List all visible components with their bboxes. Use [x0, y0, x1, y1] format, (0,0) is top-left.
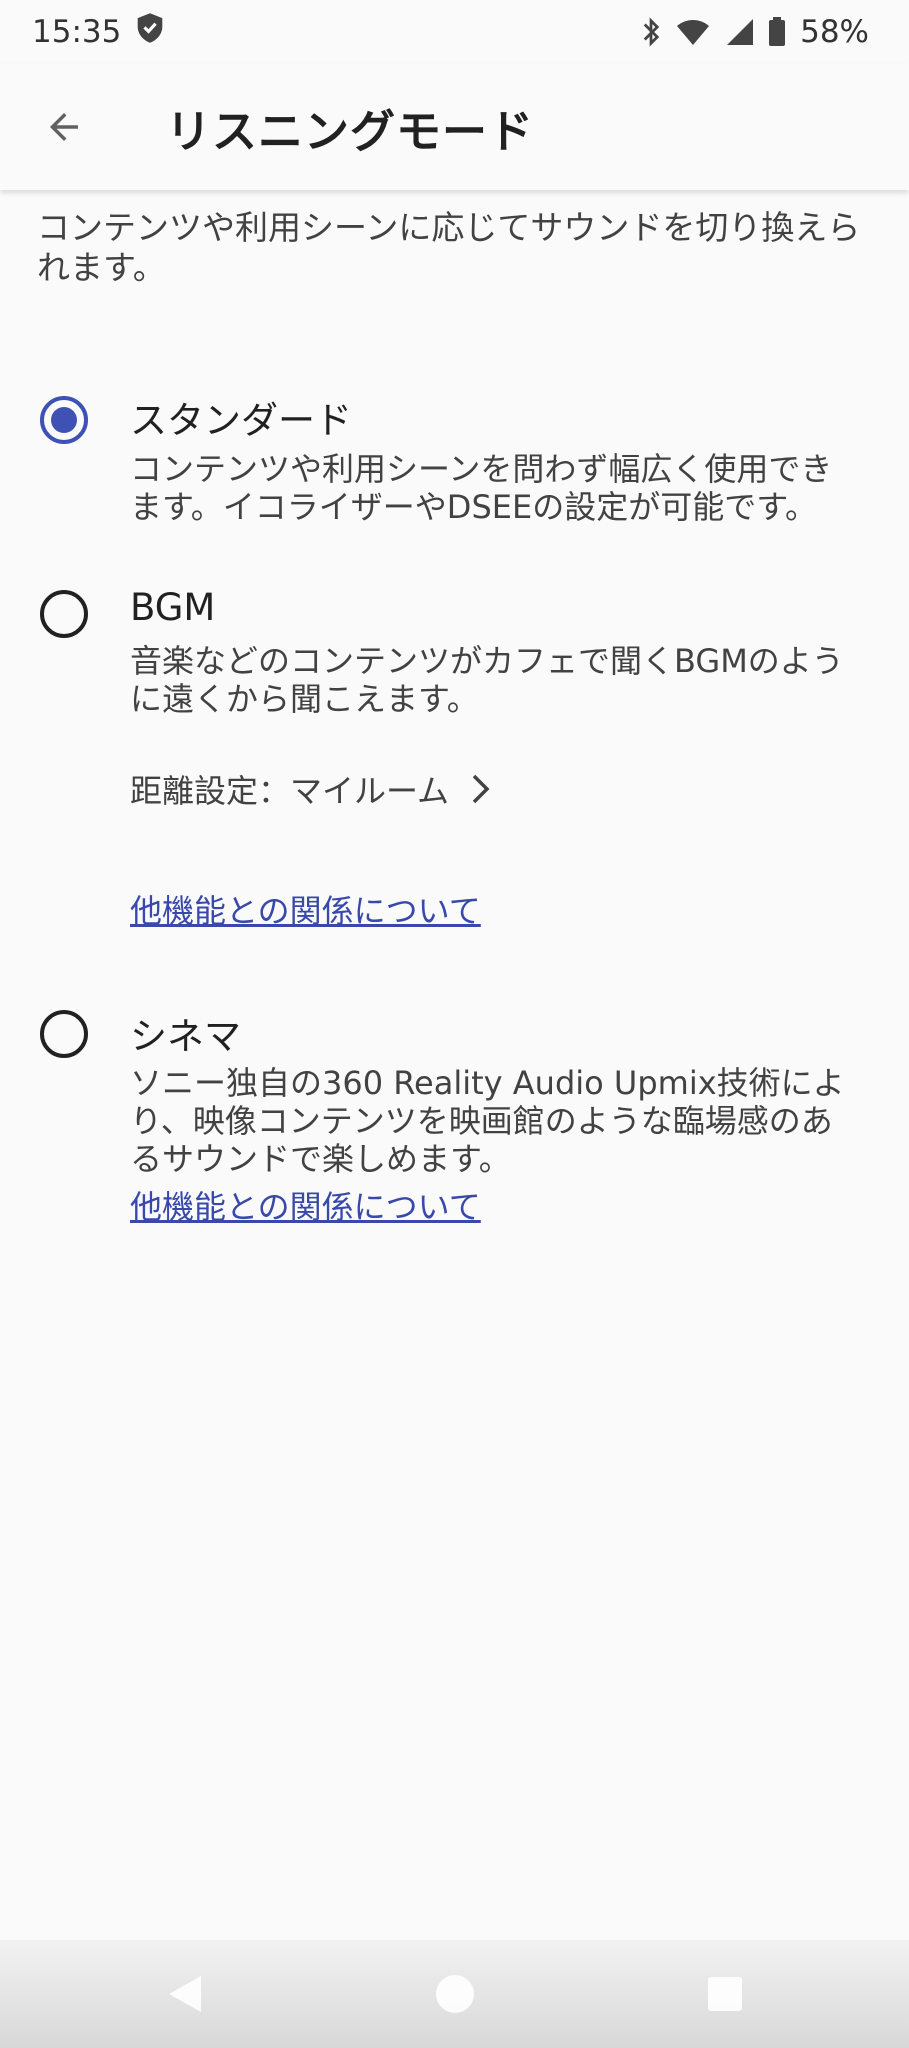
- option-title: シネマ: [130, 1015, 241, 1058]
- description-line: るサウンドで楽しめます。: [130, 1140, 511, 1178]
- cellular-icon: [724, 18, 754, 46]
- battery-icon: [768, 17, 786, 47]
- status-right: 58%: [640, 14, 869, 50]
- shield-icon: [135, 12, 165, 52]
- battery-percent: 58%: [800, 14, 869, 50]
- option-bgm[interactable]: BGM 音楽などのコンテンツがカフェで聞くBGMのよう に遠くから聞こえます。 …: [0, 586, 909, 936]
- option-cinema[interactable]: シネマ ソニー独自の360 Reality Audio Upmix技術によ り、…: [0, 1006, 909, 1236]
- related-features-link[interactable]: 他機能との関係について: [130, 1182, 481, 1228]
- radio-standard[interactable]: [40, 396, 88, 444]
- app-bar: リスニングモード: [0, 64, 909, 190]
- square-recents-icon: [707, 1977, 742, 2011]
- arrow-back-icon: [50, 113, 78, 141]
- radio-cinema[interactable]: [40, 1010, 88, 1058]
- intro-text: コンテンツや利用シーンに応じてサウンドを切り換えら れます。: [37, 208, 867, 288]
- option-standard[interactable]: スタンダード コンテンツや利用シーンを問わず幅広く使用でき ます。イコライザーや…: [0, 390, 909, 540]
- description-line: コンテンツや利用シーンを問わず幅広く使用でき: [130, 450, 833, 488]
- chevron-right-icon: [472, 774, 490, 804]
- status-bar: 15:35 58%: [0, 0, 909, 64]
- intro-line-2: れます。: [37, 248, 166, 287]
- wifi-icon: [676, 18, 710, 46]
- status-left: 15:35: [32, 12, 165, 52]
- nav-recents-button[interactable]: [695, 1964, 755, 2024]
- description-line: ます。イコライザーやDSEEの設定が可能です。: [130, 488, 817, 526]
- distance-setting-label: 距離設定：マイルーム: [130, 772, 450, 810]
- option-description: ソニー独自の360 Reality Audio Upmix技術によ り、映像コン…: [130, 1064, 870, 1178]
- intro-line-1: コンテンツや利用シーンに応じてサウンドを切り換えら: [37, 208, 861, 247]
- back-button[interactable]: [32, 95, 96, 159]
- page-title: リスニングモード: [166, 104, 535, 158]
- option-title: スタンダード: [130, 399, 352, 442]
- description-line: ソニー独自の360 Reality Audio Upmix技術によ: [130, 1064, 845, 1102]
- distance-setting-row[interactable]: 距離設定：マイルーム: [130, 766, 493, 812]
- related-features-link[interactable]: 他機能との関係について: [130, 886, 481, 932]
- description-line: り、映像コンテンツを映画館のような臨場感のあ: [130, 1102, 833, 1140]
- option-title: BGM: [130, 586, 216, 629]
- option-description: コンテンツや利用シーンを問わず幅広く使用でき ます。イコライザーやDSEEの設定…: [130, 450, 870, 526]
- radio-bgm[interactable]: [40, 590, 88, 638]
- nav-back-button[interactable]: [155, 1964, 215, 2024]
- description-line: に遠くから聞こえます。: [130, 680, 479, 718]
- bluetooth-icon: [640, 17, 662, 47]
- circle-home-icon: [435, 1975, 474, 2013]
- option-description: 音楽などのコンテンツがカフェで聞くBGMのよう に遠くから聞こえます。: [130, 642, 870, 718]
- navigation-bar: [0, 1940, 909, 2048]
- description-line: 音楽などのコンテンツがカフェで聞くBGMのよう: [130, 642, 844, 680]
- clock: 15:35: [32, 14, 122, 50]
- triangle-back-icon: [168, 1976, 201, 2012]
- nav-home-button[interactable]: [425, 1964, 485, 2024]
